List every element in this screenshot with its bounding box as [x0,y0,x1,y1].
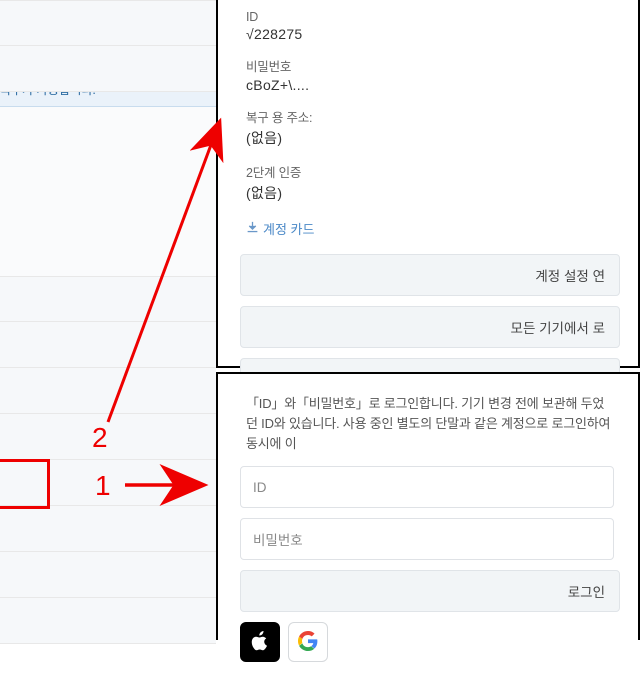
google-icon [298,631,318,654]
logout-all-devices-button[interactable]: 모든 기기에서 로 [240,306,620,348]
list-item[interactable] [0,414,216,460]
list-item[interactable] [0,46,216,92]
login-password-input[interactable]: 비밀번호 [240,518,614,560]
button-label: 계정 설정 연 [535,265,605,285]
download-icon [246,221,259,237]
list-item[interactable] [0,0,216,46]
login-button[interactable]: 로그인 [240,570,620,612]
login-panel: 「ID」와「비밀번호」로 로그인합니다. 기기 변경 전에 보관해 두었던 ID… [216,372,640,640]
annotation-number-1: 1 [95,470,111,502]
list-item[interactable] [0,322,216,368]
button-label: 로그인 [568,581,605,601]
annotation-number-2: 2 [92,422,108,454]
account-panel: ID √228275 비밀번호 cBoZ+\.... 복구 용 주소: (없음)… [216,0,640,368]
pw-value: cBoZ+\.... [246,77,614,93]
list-item[interactable] [0,552,216,598]
recovery-label: 복구 용 주소: [246,107,614,126]
login-description: 「ID」와「비밀번호」로 로그인합니다. 기기 변경 전에 보관해 두었던 ID… [246,394,614,454]
twofa-label: 2단계 인증 [246,162,614,181]
placeholder: 비밀번호 [253,529,303,549]
apple-login-button[interactable] [240,622,280,662]
list-item[interactable] [0,276,216,322]
id-label: ID [246,10,614,24]
list-item[interactable] [0,368,216,414]
field-password: 비밀번호 cBoZ+\.... [246,56,614,93]
list-item[interactable] [0,598,216,644]
id-value: √228275 [246,26,614,42]
left-column: 바로 사용이 정지되어 버리는 경우: 「유효 기간이있는 할 수 없게 된 경… [0,0,216,640]
placeholder: ID [253,480,267,495]
left-list-top [0,0,216,92]
apple-icon [251,631,269,654]
twofa-value: (없음) [246,183,614,203]
login-id-input[interactable]: ID [240,466,614,508]
annotation-box [0,459,50,509]
list-item[interactable] [0,506,216,552]
recovery-value: (없음) [246,128,614,148]
social-login-row [240,622,614,662]
download-label: 계정 카드 [263,219,314,238]
right-column: ID √228275 비밀번호 cBoZ+\.... 복구 용 주소: (없음)… [216,0,640,640]
field-recovery: 복구 용 주소: (없음) [246,107,614,148]
pw-label: 비밀번호 [246,56,614,75]
account-settings-button[interactable]: 계정 설정 연 [240,254,620,296]
button-label: 모든 기기에서 로 [511,317,605,337]
google-login-button[interactable] [288,622,328,662]
field-twofa: 2단계 인증 (없음) [246,162,614,203]
download-account-card-link[interactable]: 계정 카드 [246,219,314,238]
field-id: ID √228275 [246,10,614,42]
